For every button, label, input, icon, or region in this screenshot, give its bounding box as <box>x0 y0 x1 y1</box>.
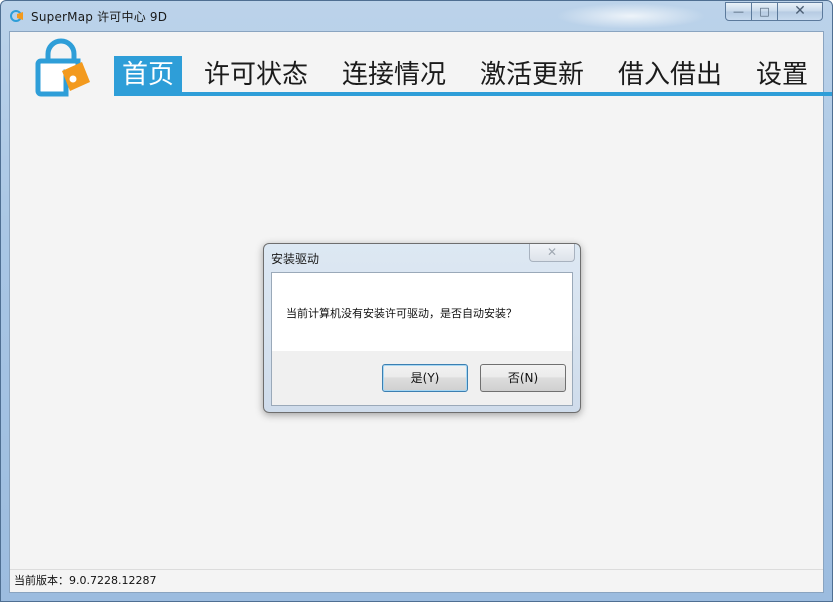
version-status: 当前版本：9.0.7228.12287 <box>14 574 157 587</box>
dialog-title: 安装驱动 <box>271 252 320 266</box>
license-logo-icon <box>35 38 90 97</box>
nav-underline <box>114 92 832 96</box>
no-button[interactable]: 否(N) <box>480 364 566 392</box>
nav-tab-settings[interactable]: 设置 <box>756 56 808 92</box>
install-driver-dialog: 安装驱动 ✕ 当前计算机没有安装许可驱动，是否自动安装？ 是(Y) 否(N) <box>263 243 581 413</box>
nav-tab-home[interactable]: 首页 <box>114 56 183 92</box>
app-icon <box>10 10 23 22</box>
dialog-message: 当前计算机没有安装许可驱动，是否自动安装？ <box>286 307 517 320</box>
status-separator <box>10 569 823 570</box>
maximize-button[interactable]: □ <box>751 2 778 21</box>
nav-tab-activate-update[interactable]: 激活更新 <box>480 56 584 92</box>
title-glow-decoration <box>556 3 706 29</box>
dialog-close-button[interactable]: ✕ <box>529 244 575 262</box>
dialog-body: 当前计算机没有安装许可驱动，是否自动安装？ 是(Y) 否(N) <box>271 272 573 406</box>
main-nav: 首页 许可状态 连接情况 激活更新 借入借出 设置 <box>114 56 832 96</box>
window-title: SuperMap 许可中心 9D <box>31 10 168 24</box>
title-bar[interactable]: SuperMap 许可中心 9D — □ ✕ <box>1 1 832 31</box>
close-button[interactable]: ✕ <box>777 2 823 21</box>
nav-tab-borrow-lend[interactable]: 借入借出 <box>618 56 722 92</box>
nav-tab-connection[interactable]: 连接情况 <box>342 56 446 92</box>
nav-tab-license-status[interactable]: 许可状态 <box>204 56 308 92</box>
minimize-button[interactable]: — <box>725 2 752 21</box>
yes-button[interactable]: 是(Y) <box>382 364 468 392</box>
dialog-message-area: 当前计算机没有安装许可驱动，是否自动安装？ <box>272 273 572 351</box>
app-window: SuperMap 许可中心 9D — □ ✕ 首页 许可状态 连接情况 激活更新… <box>0 0 833 602</box>
